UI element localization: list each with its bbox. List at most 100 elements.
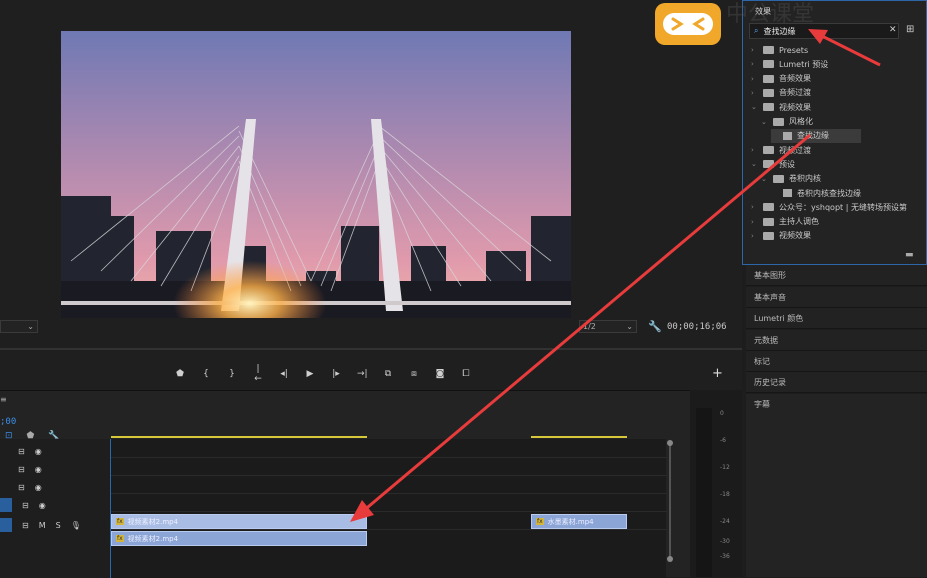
chevron-down-icon[interactable]: ⌄: [761, 175, 768, 183]
chevron-down-icon: ⌄: [626, 322, 633, 331]
chevron-right-icon[interactable]: ›: [751, 218, 758, 226]
eye-icon[interactable]: ◉: [35, 483, 42, 492]
chevron-right-icon[interactable]: ›: [751, 46, 758, 54]
mic-icon[interactable]: 🎙: [71, 521, 81, 530]
folder-icon: [763, 74, 774, 83]
chevron-right-icon[interactable]: ›: [751, 203, 758, 211]
video-clip[interactable]: fx 视频素材2.mp4: [111, 531, 367, 546]
folder-icon: [763, 217, 774, 226]
meter-tick: -24: [720, 518, 730, 525]
chevron-right-icon[interactable]: ›: [751, 232, 758, 240]
chevron-right-icon[interactable]: ›: [751, 146, 758, 154]
eye-icon[interactable]: ◉: [39, 501, 46, 510]
clip-label: 视频素材2.mp4: [127, 517, 179, 526]
meter-tick: -30: [720, 538, 730, 545]
eye-icon[interactable]: ◉: [35, 447, 42, 456]
timeline-scrollbar[interactable]: [666, 439, 674, 578]
clear-search-icon[interactable]: ✕: [889, 25, 897, 35]
marker-icon[interactable]: ⬟: [175, 369, 185, 379]
tree-item-label: 卷积内核查找边缘: [797, 188, 861, 198]
effects-tree-item[interactable]: › Lumetri 预设: [751, 57, 828, 71]
new-folder-icon[interactable]: ▬: [905, 250, 914, 260]
meter-tick: -18: [720, 491, 730, 498]
play-icon[interactable]: ▶: [305, 369, 315, 379]
effects-tree-item[interactable]: ⌄ 视频效果: [751, 100, 811, 114]
extract-icon[interactable]: ⧈: [409, 369, 419, 379]
panel-lumetri-color[interactable]: Lumetri 颜色: [746, 308, 927, 329]
chevron-right-icon[interactable]: ›: [751, 75, 758, 83]
eye-icon[interactable]: ◉: [35, 465, 42, 474]
timeline-panel: ≡ ;00 ⊡ ⬟ 🔧 ⊟ ◉ ⊟ ◉ ⊟ ◉ ⊟ ◉ ⊟ M S 🎙 fx 视…: [0, 390, 690, 578]
effects-tree-item[interactable]: 查找边缘: [771, 128, 861, 143]
effects-tree-item[interactable]: ⌄ 预设: [751, 157, 795, 171]
track-divider: [111, 529, 667, 530]
tree-item-label: 视频效果: [779, 102, 811, 112]
mute-button[interactable]: M: [39, 521, 46, 530]
step-forward-icon[interactable]: |▸: [331, 369, 341, 379]
track-target-box[interactable]: [0, 498, 12, 512]
lift-icon[interactable]: ⧉: [383, 369, 393, 379]
effects-tree-item[interactable]: › 音频效果: [751, 72, 811, 86]
tree-item-label: 主持人调色: [779, 217, 819, 227]
chevron-down-icon[interactable]: ⌄: [761, 118, 768, 126]
timeline-timecode: ;00: [0, 417, 17, 427]
folder-icon: [773, 174, 784, 183]
meter-tick: -12: [720, 464, 730, 471]
go-to-out-icon[interactable]: →|: [357, 369, 368, 379]
new-bin-icon[interactable]: ⊞: [906, 24, 914, 35]
folder-icon: [763, 46, 774, 54]
track-area[interactable]: fx 视频素材2.mp4 fx 视频素材2.mp4 fx 水墨素材.mp4: [110, 436, 667, 578]
chevron-right-icon[interactable]: ›: [751, 89, 758, 97]
effects-tree-item[interactable]: › 视频过渡: [751, 143, 811, 157]
tree-item-label: 风格化: [789, 117, 813, 126]
film-icon[interactable]: ⊟: [18, 483, 25, 492]
mark-in-icon[interactable]: {: [201, 369, 211, 379]
chevron-right-icon[interactable]: ›: [751, 60, 758, 68]
track-a1-controls: ⊟ M S 🎙: [0, 517, 81, 533]
mark-out-icon[interactable]: }: [227, 369, 237, 379]
effects-tree-item[interactable]: › 公众号：yshqopt | 无缝转场预设第: [751, 200, 907, 214]
chevron-down-icon[interactable]: ⌄: [751, 160, 758, 168]
wrench-icon[interactable]: 🔧: [648, 320, 662, 333]
chevron-down-icon: ⌄: [27, 322, 34, 331]
panel-markers[interactable]: 标记: [746, 351, 927, 372]
tree-item-label: 查找边缘: [797, 131, 829, 141]
effects-tree-item[interactable]: ⌄ 卷积内核: [761, 172, 821, 186]
track-v0-controls: ⊟ ◉: [0, 497, 46, 513]
effects-tree-item[interactable]: › 音频过渡: [751, 86, 811, 100]
film-icon[interactable]: ⊟: [22, 501, 29, 510]
film-icon[interactable]: ⊟: [22, 521, 29, 530]
fx-badge: fx: [116, 518, 124, 525]
zoom-select[interactable]: ⌄: [0, 320, 38, 333]
film-icon[interactable]: ⊟: [18, 465, 25, 474]
comparison-icon[interactable]: ⧠: [461, 369, 471, 379]
track-target-box[interactable]: [0, 518, 12, 532]
chevron-down-icon[interactable]: ⌄: [751, 103, 758, 111]
go-to-in-icon[interactable]: |←: [253, 364, 263, 384]
panel-essential-sound[interactable]: 基本声音: [746, 287, 927, 308]
meter-tick: -6: [720, 437, 726, 444]
folder-icon: [763, 60, 774, 69]
effects-tree-item[interactable]: ⌄ 风格化: [761, 115, 813, 129]
tree-item-label: 公众号：yshqopt | 无缝转场预设第: [779, 202, 907, 212]
monitor-time-ruler[interactable]: [0, 342, 742, 356]
panel-metadata[interactable]: 元数据: [746, 330, 927, 351]
panel-history[interactable]: 历史记录: [746, 372, 927, 393]
export-frame-icon[interactable]: ◙: [435, 369, 445, 379]
tree-item-label: Presets: [779, 45, 809, 55]
effects-tree-item[interactable]: › Presets: [751, 43, 808, 57]
film-icon[interactable]: ⊟: [18, 447, 25, 456]
video-clip[interactable]: fx 视频素材2.mp4: [111, 514, 367, 529]
resolution-select[interactable]: 1/2 ⌄: [579, 320, 637, 333]
effects-tree-item[interactable]: › 主持人调色: [751, 215, 819, 229]
effects-tree-item[interactable]: 卷积内核查找边缘: [771, 186, 861, 200]
timeline-menu-icon[interactable]: ≡: [0, 395, 7, 404]
track-divider: [111, 511, 667, 512]
solo-button[interactable]: S: [56, 521, 61, 530]
add-button[interactable]: +: [712, 366, 723, 381]
panel-captions[interactable]: 字幕: [746, 394, 927, 577]
panel-essential-graphics[interactable]: 基本图形: [746, 265, 927, 286]
step-back-icon[interactable]: ◂|: [279, 369, 289, 379]
effects-tree-item[interactable]: › 视频效果: [751, 229, 811, 243]
video-clip[interactable]: fx 水墨素材.mp4: [531, 514, 627, 529]
